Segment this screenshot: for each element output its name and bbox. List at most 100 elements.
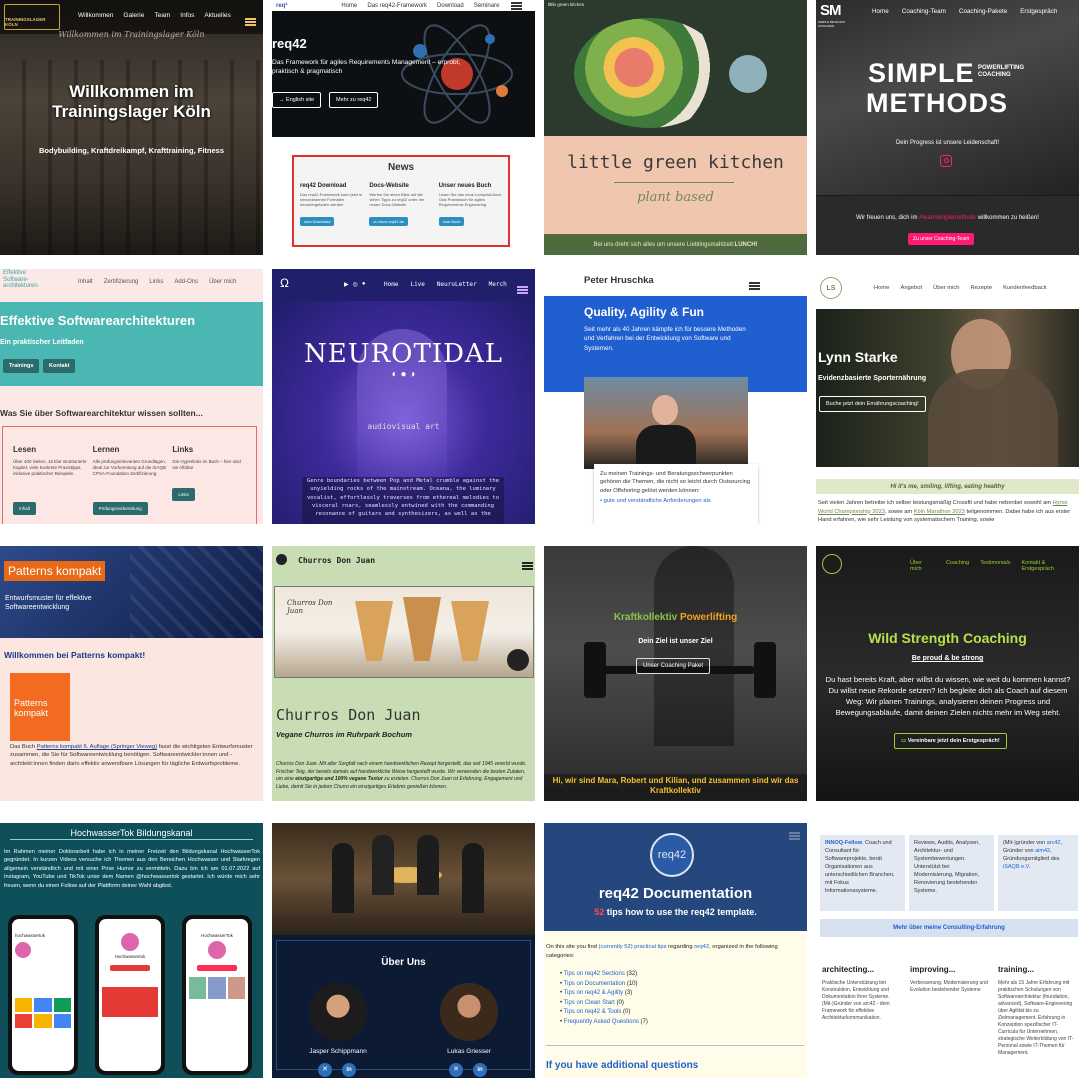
nav-home[interactable]: Home bbox=[341, 3, 357, 9]
list-item[interactable]: • Tips on req42 Sections (32) bbox=[560, 970, 648, 980]
logo[interactable]: LS bbox=[820, 277, 842, 299]
menu-icon[interactable] bbox=[749, 282, 760, 290]
book-link[interactable]: Patterns kompakt 6. Auflage (Springer Vi… bbox=[37, 744, 157, 750]
booking-button[interactable]: Buche jetzt dein Ernährungscoaching! bbox=[819, 396, 926, 412]
xing-icon[interactable]: ✕ bbox=[449, 1063, 463, 1077]
nav-angebot[interactable]: Angebot bbox=[900, 285, 922, 291]
book-button[interactable]: zum Buch bbox=[438, 217, 465, 226]
trainings-button[interactable]: Trainings bbox=[3, 359, 40, 373]
nav-kontakt[interactable]: Kontakt & Erstgespräch bbox=[1021, 560, 1079, 572]
logo[interactable]: little green kitchen bbox=[548, 2, 584, 7]
list-item[interactable]: • Frequently Asked Questions (7) bbox=[560, 1018, 648, 1028]
links-button[interactable]: Links bbox=[172, 488, 195, 501]
nav-live[interactable]: Live bbox=[410, 281, 424, 288]
welcome-band bbox=[816, 196, 1079, 255]
nav-home[interactable]: Home bbox=[874, 285, 889, 291]
logo-icon[interactable]: Ω bbox=[280, 276, 289, 290]
erstgespraech-button[interactable]: ▭ Vereinbare jetzt dein Erstgespräch! bbox=[894, 733, 1007, 749]
list-item[interactable]: • Tips on Documentation (10) bbox=[560, 980, 648, 990]
download-button[interactable]: zum Download bbox=[300, 217, 335, 226]
nav-ueber-mich[interactable]: Über mich bbox=[209, 279, 236, 285]
marathon-link[interactable]: Köln Marathon 2023 bbox=[914, 509, 965, 515]
logo-icon[interactable]: req² bbox=[276, 3, 287, 9]
brand-simple: SIMPLE bbox=[868, 58, 975, 88]
nav-kundenfeedback[interactable]: Kundenfeedback bbox=[1003, 285, 1047, 291]
youtube-icon[interactable]: ▶ bbox=[344, 281, 349, 288]
nav-coaching-pakete[interactable]: Coaching-Pakete bbox=[959, 8, 1007, 15]
phone-tiktok: HochwasserTok bbox=[182, 915, 252, 1075]
linkedin-icon[interactable]: in bbox=[473, 1063, 487, 1077]
isaqb-link[interactable]: iSAQB e.V. bbox=[1003, 864, 1030, 870]
nav-inhalt[interactable]: Inhalt bbox=[78, 279, 93, 285]
avatar-jasper bbox=[309, 983, 367, 1041]
logo-letters[interactable]: SM bbox=[820, 2, 841, 19]
nav-erstgespraech[interactable]: Erstgespräch bbox=[1020, 8, 1057, 15]
nav-download[interactable]: Download bbox=[437, 3, 464, 9]
avatar-lukas bbox=[440, 983, 498, 1041]
subtitle: plant based bbox=[637, 190, 714, 205]
nav-home[interactable]: Home bbox=[384, 281, 398, 288]
nav-framework[interactable]: Das req42-Framework bbox=[367, 3, 427, 9]
logo-icon[interactable] bbox=[276, 554, 287, 565]
docs-button[interactable]: zu docs.req42.de bbox=[369, 217, 409, 226]
nav-addons[interactable]: Add-Ons bbox=[174, 279, 198, 285]
logo-text[interactable]: Churros Don Juan bbox=[298, 556, 375, 565]
pruefungsvorbereitung-button[interactable]: Prüfungsvorbereitung bbox=[92, 502, 148, 515]
nav-seminare[interactable]: Seminare bbox=[474, 3, 500, 9]
welcome-text: Wir freuen uns, dich im #teamsimplemetho… bbox=[856, 215, 1039, 221]
nav-neuroletter[interactable]: NeuroLetter bbox=[437, 281, 477, 288]
xing-icon[interactable]: ✕ bbox=[318, 1063, 332, 1077]
nav-links[interactable]: Links bbox=[149, 279, 163, 285]
hashtag-link[interactable]: #teamsimplemethods bbox=[919, 215, 976, 221]
logo[interactable] bbox=[822, 554, 842, 574]
site-name[interactable]: Peter Hruschka bbox=[584, 275, 654, 286]
menu-icon[interactable] bbox=[522, 562, 533, 570]
nav-merch[interactable]: Merch bbox=[489, 281, 507, 288]
coaching-team-button[interactable]: Zu unser Coaching-Team bbox=[908, 233, 975, 245]
tips-link[interactable]: (currently 52) practical tips bbox=[599, 944, 667, 950]
menu-icon[interactable] bbox=[245, 18, 256, 26]
menu-icon[interactable] bbox=[511, 1, 523, 10]
nav-coaching-team[interactable]: Coaching-Team bbox=[902, 8, 946, 15]
aim42-link[interactable]: aim42 bbox=[1035, 848, 1050, 854]
consulting-button[interactable]: Mehr über meine Consulting-Erfahrung bbox=[820, 919, 1078, 937]
nav-ueber-mich[interactable]: Über mich bbox=[910, 560, 935, 572]
nav-rezepte[interactable]: Rezepte bbox=[971, 285, 993, 291]
kontakt-button[interactable]: Kontakt bbox=[43, 359, 76, 373]
nav-galerie[interactable]: Galerie bbox=[123, 12, 144, 19]
req42-link[interactable]: req42 bbox=[694, 944, 709, 950]
tile-req42: req² Home Das req42-Framework Download S… bbox=[272, 0, 535, 255]
nav-testimonials[interactable]: Testimonials bbox=[980, 560, 1010, 572]
hero-photo bbox=[816, 309, 1079, 467]
innoq-link[interactable]: INNOQ-Fellow bbox=[825, 840, 862, 846]
list-item[interactable]: • Tips on Clean Start (0) bbox=[560, 999, 648, 1009]
menu-icon[interactable] bbox=[789, 832, 800, 840]
nav-team[interactable]: Team bbox=[154, 12, 170, 19]
list-item[interactable]: • Tips on req42 & Tools (0) bbox=[560, 1008, 648, 1018]
instagram-icon[interactable] bbox=[940, 155, 952, 167]
logo[interactable]: Effektive Software-architekturen bbox=[3, 270, 38, 290]
logo[interactable]: TRAININGSLAGER KÖLN bbox=[4, 4, 60, 30]
nav-zertifizierung[interactable]: Zertifizierung bbox=[104, 279, 139, 285]
nav-willkommen[interactable]: Willkommen bbox=[78, 12, 113, 19]
logo[interactable]: req42 bbox=[650, 833, 694, 877]
arc42-link[interactable]: arc42 bbox=[1047, 840, 1061, 846]
linkedin-icon[interactable]: in bbox=[342, 1063, 356, 1077]
nav-infos[interactable]: Infos bbox=[180, 12, 194, 19]
info-box: Lesen Über 400 Seiten, 16 klar strukturi… bbox=[2, 426, 257, 524]
list-item[interactable]: • Tips on req42 & Agility (3) bbox=[560, 989, 648, 999]
nav-coaching[interactable]: Coaching bbox=[946, 560, 969, 572]
nav-aktuelles[interactable]: Aktuelles bbox=[204, 12, 230, 19]
instagram-icon[interactable]: ◎ bbox=[353, 281, 358, 288]
col-lernen: Lernen Alle prüfungsrelevanten Grundlage… bbox=[92, 445, 167, 524]
more-req42-button[interactable]: Mehr zu req42 bbox=[329, 92, 379, 108]
spotify-icon[interactable]: ● bbox=[362, 281, 366, 288]
english-site-button[interactable]: → English site bbox=[272, 92, 322, 108]
news-col-download: req42 Download Das req42-Framework kann … bbox=[300, 183, 363, 228]
inhalt-button[interactable]: Inhalt bbox=[13, 502, 37, 515]
coaching-package-button[interactable]: Unser Coaching Paket bbox=[636, 658, 711, 674]
nav-home[interactable]: Home bbox=[872, 8, 889, 15]
col-title: improving... bbox=[910, 965, 956, 974]
menu-icon[interactable] bbox=[517, 286, 528, 294]
nav-ueber-mich[interactable]: Über mich bbox=[933, 285, 959, 291]
